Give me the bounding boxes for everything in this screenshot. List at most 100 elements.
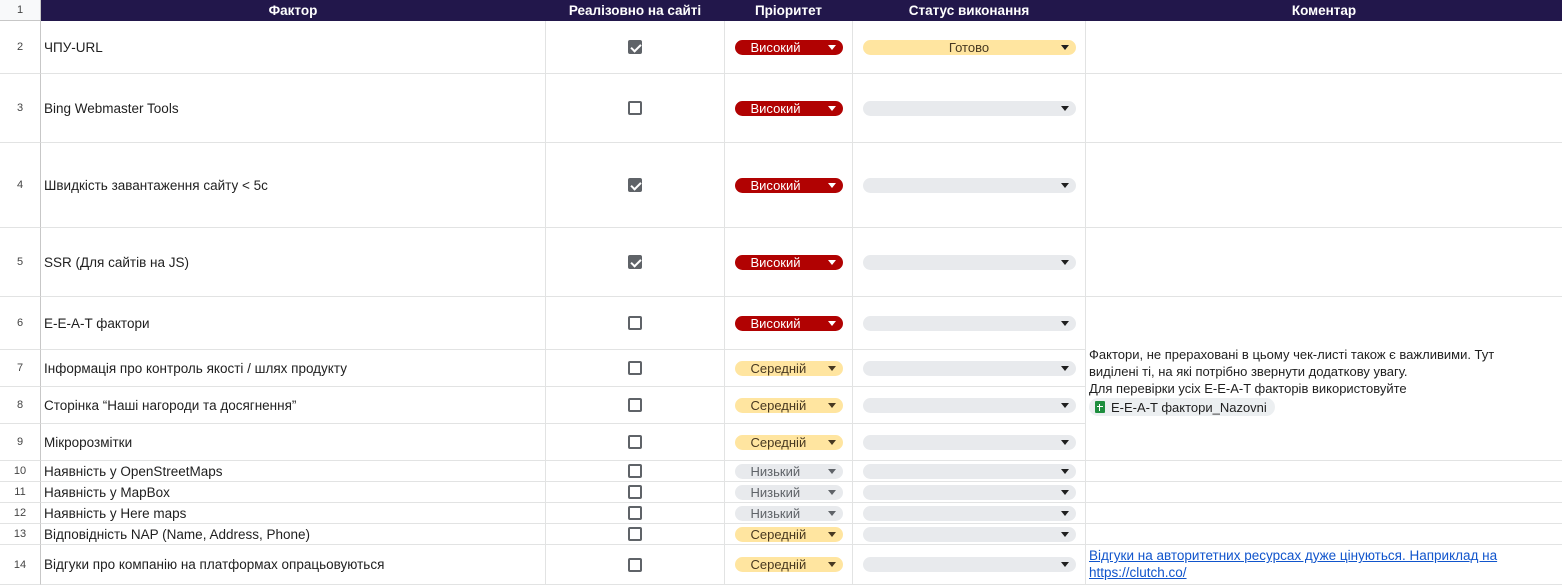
eeat-comment-cell[interactable]: Фактори, не прераховані в цьому чек-лист… (1086, 297, 1562, 461)
status-column-header[interactable]: Статус виконання (853, 0, 1086, 21)
implemented-checkbox[interactable] (628, 398, 642, 412)
priority-label: Високий (750, 254, 801, 270)
file-smart-chip[interactable]: E-E-A-T фактори_Nazovni (1089, 398, 1275, 416)
priority-dropdown-chip[interactable]: Високий (734, 177, 843, 193)
factor-cell[interactable]: Наявність у Here maps (41, 503, 546, 524)
comment-cell[interactable] (1086, 524, 1562, 545)
status-dropdown-chip[interactable] (862, 397, 1076, 413)
priority-dropdown-chip[interactable]: Низький (734, 484, 843, 500)
status-dropdown-chip[interactable] (862, 315, 1076, 331)
implemented-checkbox[interactable] (628, 361, 642, 375)
comment-cell[interactable] (1086, 74, 1562, 143)
comment-cell[interactable] (1086, 461, 1562, 482)
google-sheets-icon (1095, 401, 1105, 413)
status-cell (853, 297, 1086, 350)
status-dropdown-chip[interactable]: Готово (862, 39, 1076, 55)
priority-dropdown-chip[interactable]: Середній (734, 360, 843, 376)
priority-dropdown-chip[interactable]: Високий (734, 315, 843, 331)
priority-column-header[interactable]: Пріоритет (725, 0, 853, 21)
implemented-cell (546, 387, 725, 424)
row-number[interactable]: 13 (0, 524, 41, 545)
factor-cell[interactable]: Відповідність NAP (Name, Address, Phone) (41, 524, 546, 545)
dropdown-arrow-icon (827, 320, 836, 326)
factor-cell[interactable]: Відгуки про компанію на платформах опрац… (41, 545, 546, 585)
comment-cell[interactable] (1086, 21, 1562, 74)
row-number[interactable]: 2 (0, 21, 41, 74)
implemented-checkbox[interactable] (628, 557, 642, 572)
implemented-checkbox[interactable] (628, 527, 642, 541)
priority-dropdown-chip[interactable]: Високий (734, 254, 843, 270)
row-number[interactable]: 10 (0, 461, 41, 482)
comment-cell[interactable] (1086, 503, 1562, 524)
implemented-cell (546, 21, 725, 74)
priority-dropdown-chip[interactable]: Середній (734, 397, 843, 413)
factor-cell[interactable]: E-E-A-T фактори (41, 297, 546, 350)
status-dropdown-chip[interactable] (862, 463, 1076, 479)
factor-cell[interactable]: Наявність у OpenStreetMaps (41, 461, 546, 482)
priority-dropdown-chip[interactable]: Середній (734, 434, 843, 450)
factor-column-header[interactable]: Фактор (41, 0, 546, 21)
factor-cell[interactable]: SSR (Для сайтів на JS) (41, 228, 546, 297)
factor-cell[interactable]: Сторінка “Наші нагороди та досягнення” (41, 387, 546, 424)
status-dropdown-chip[interactable] (862, 360, 1076, 376)
status-dropdown-chip[interactable] (862, 434, 1076, 450)
implemented-checkbox[interactable] (628, 255, 642, 269)
factor-cell[interactable]: Мікророзмітки (41, 424, 546, 461)
row-number-header[interactable]: 1 (0, 0, 41, 21)
row-number[interactable]: 11 (0, 482, 41, 503)
implemented-checkbox[interactable] (628, 40, 642, 54)
factor-cell[interactable]: ЧПУ-URL (41, 21, 546, 74)
row-number[interactable]: 5 (0, 228, 41, 297)
implemented-cell (546, 350, 725, 387)
status-dropdown-chip[interactable] (862, 505, 1076, 521)
status-dropdown-chip[interactable] (862, 254, 1076, 270)
priority-dropdown-chip[interactable]: Низький (734, 505, 843, 521)
implemented-checkbox[interactable] (628, 506, 642, 520)
row-number[interactable]: 4 (0, 143, 41, 228)
comment-cell[interactable] (1086, 482, 1562, 503)
implemented-checkbox[interactable] (628, 101, 642, 115)
factor-cell[interactable]: Швидкість завантаження сайту < 5с (41, 143, 546, 228)
priority-dropdown-chip[interactable]: Середній (734, 526, 843, 542)
header-row: 1 Фактор Реалізовно на сайті Пріоритет С… (0, 0, 1562, 21)
priority-label: Високий (750, 315, 801, 331)
status-dropdown-chip[interactable] (862, 557, 1076, 572)
comment-text-line: Фактори, не прераховані в цьому чек-лист… (1089, 347, 1495, 362)
priority-dropdown-chip[interactable]: Високий (734, 100, 843, 116)
reviews-comment-link[interactable]: Відгуки на авторитетних ресурсах дуже ці… (1086, 545, 1562, 585)
status-dropdown-chip[interactable] (862, 100, 1076, 116)
row-number[interactable]: 14 (0, 545, 41, 585)
priority-label: Середній (750, 526, 807, 542)
table-row: 11 Наявність у MapBox Низький (0, 482, 1562, 503)
row-number[interactable]: 8 (0, 387, 41, 424)
status-dropdown-chip[interactable] (862, 177, 1076, 193)
priority-cell: Високий (725, 74, 853, 143)
dropdown-arrow-icon (1060, 531, 1069, 537)
comment-cell[interactable] (1086, 228, 1562, 297)
factor-cell[interactable]: Наявність у MapBox (41, 482, 546, 503)
implemented-column-header[interactable]: Реалізовно на сайті (546, 0, 725, 21)
factor-cell[interactable]: Інформація про контроль якості / шлях пр… (41, 350, 546, 387)
implemented-cell (546, 461, 725, 482)
priority-dropdown-chip[interactable]: Середній (734, 557, 843, 572)
dropdown-arrow-icon (1060, 489, 1069, 495)
priority-dropdown-chip[interactable]: Низький (734, 463, 843, 479)
row-number[interactable]: 7 (0, 350, 41, 387)
implemented-checkbox[interactable] (628, 178, 642, 192)
row-number[interactable]: 12 (0, 503, 41, 524)
status-dropdown-chip[interactable] (862, 484, 1076, 500)
row-number[interactable]: 3 (0, 74, 41, 143)
row-number[interactable]: 9 (0, 424, 41, 461)
priority-dropdown-chip[interactable]: Високий (734, 39, 843, 55)
row-number[interactable]: 6 (0, 297, 41, 350)
comment-column-header[interactable]: Коментар (1086, 0, 1562, 21)
implemented-checkbox[interactable] (628, 316, 642, 330)
status-dropdown-chip[interactable] (862, 526, 1076, 542)
priority-cell: Середній (725, 424, 853, 461)
factor-cell[interactable]: Bing Webmaster Tools (41, 74, 546, 143)
comment-cell[interactable] (1086, 143, 1562, 228)
implemented-checkbox[interactable] (628, 464, 642, 478)
implemented-checkbox[interactable] (628, 485, 642, 499)
implemented-checkbox[interactable] (628, 435, 642, 449)
priority-cell: Високий (725, 297, 853, 350)
